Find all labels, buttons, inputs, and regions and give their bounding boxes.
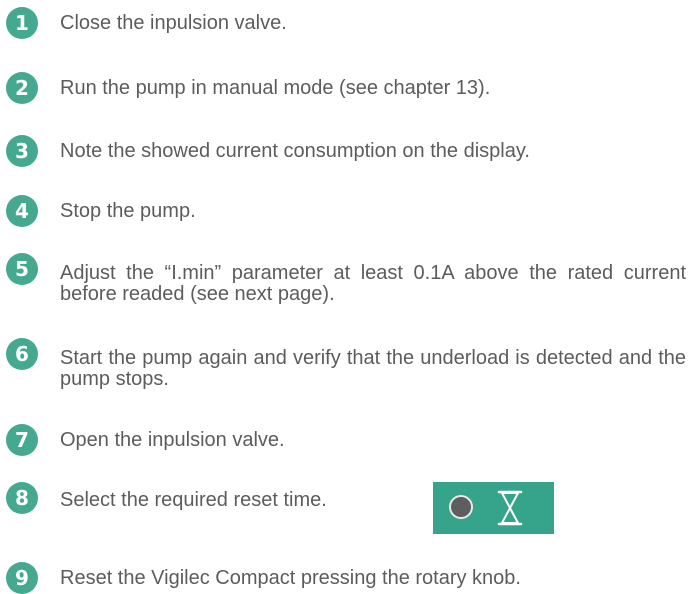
step-text: Select the required reset time.	[60, 489, 327, 511]
step-number-badge: 9	[6, 562, 38, 594]
step-text: Close the inpulsion valve.	[60, 12, 287, 34]
step-number-badge: 6	[6, 338, 38, 370]
indicator-dot-icon	[449, 495, 473, 519]
step-number-badge: 1	[6, 7, 38, 39]
step-text: Adjust the “I.min” parameter at least 0.…	[60, 262, 686, 305]
hourglass-icon	[497, 490, 523, 526]
step-text: Open the inpulsion valve.	[60, 429, 285, 451]
step-text: Reset the Vigilec Compact pressing the r…	[60, 567, 521, 589]
reset-time-panel	[433, 482, 554, 534]
step-text: Stop the pump.	[60, 200, 196, 222]
step-number-badge: 4	[6, 195, 38, 227]
step-text: Start the pump again and verify that the…	[60, 347, 686, 390]
step-number-badge: 3	[6, 135, 38, 167]
step-number-badge: 5	[6, 253, 38, 285]
step-number-badge: 2	[6, 72, 38, 104]
step-text: Run the pump in manual mode (see chapter…	[60, 77, 491, 99]
step-number-badge: 8	[6, 482, 38, 514]
step-number-badge: 7	[6, 424, 38, 456]
step-text: Note the showed current consumption on t…	[60, 140, 530, 162]
